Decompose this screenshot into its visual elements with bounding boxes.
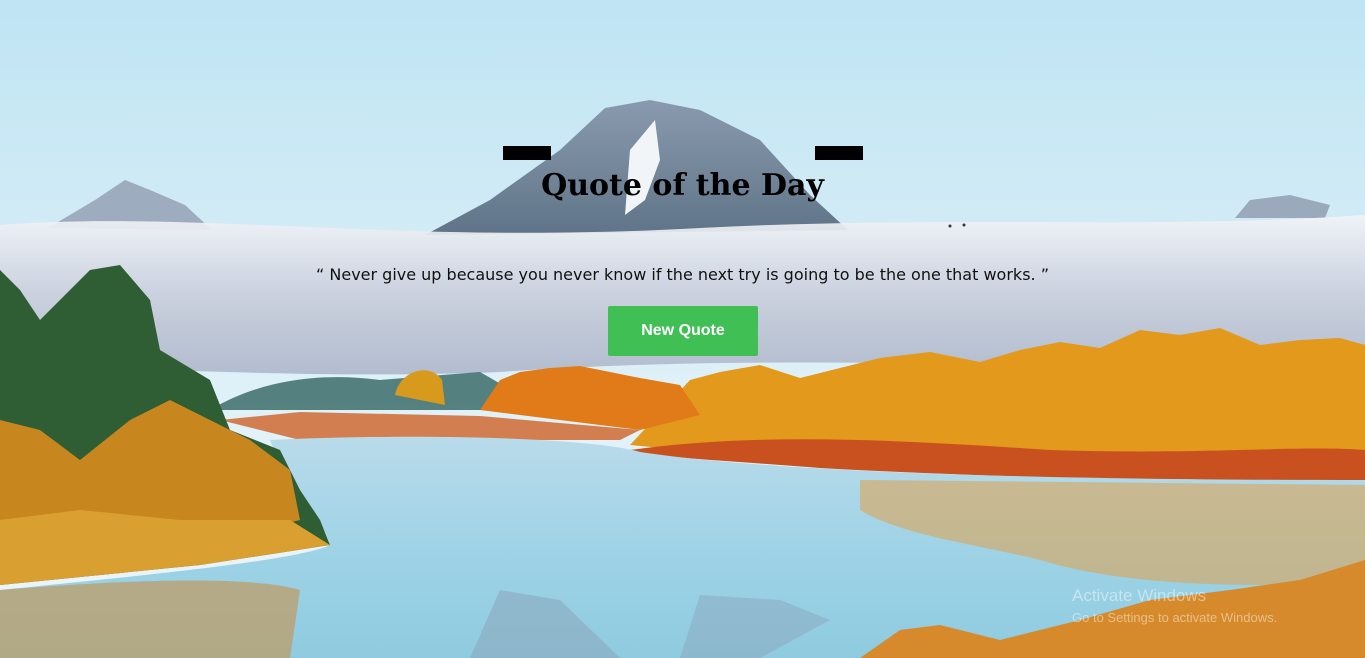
decorative-bar-right [815, 146, 863, 160]
watermark-line2: Go to Settings to activate Windows. [1072, 610, 1278, 625]
page-title: Quote of the Day [541, 168, 824, 203]
activate-windows-watermark: Activate Windows Go to Settings to activ… [1072, 585, 1277, 629]
decorative-bar-left [503, 146, 551, 160]
quote-text: “ Never give up because you never know i… [316, 265, 1049, 284]
watermark-line1: Activate Windows [1072, 586, 1207, 605]
new-quote-button[interactable]: New Quote [608, 306, 758, 356]
